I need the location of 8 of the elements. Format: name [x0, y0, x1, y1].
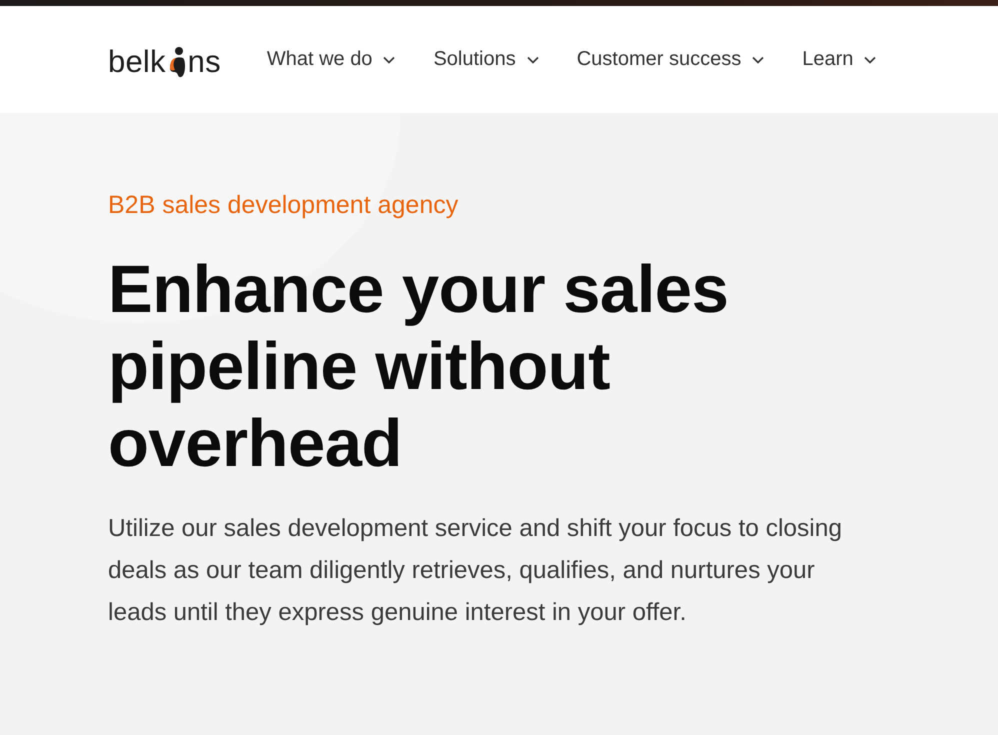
nav-menu-item[interactable]: What we do — [266, 48, 396, 71]
nav-menu-item[interactable]: Customer success — [576, 48, 764, 71]
eyebrow-text: B2B sales development agency — [108, 190, 460, 221]
hero-description: Utilize our sales development service and shift your focus to closing deals as our team diligently retrieves, qualifies, and nurtures your leads until they express genuine interest in your offer. — [108, 514, 843, 628]
nav-menu-item[interactable]: Learn — [802, 48, 876, 71]
logo[interactable]: belk ns — [108, 42, 221, 76]
nav-menu-item[interactable]: Solutions — [433, 48, 539, 71]
hero-heading: Enhance your sales pipeline without overhead — [108, 251, 730, 482]
